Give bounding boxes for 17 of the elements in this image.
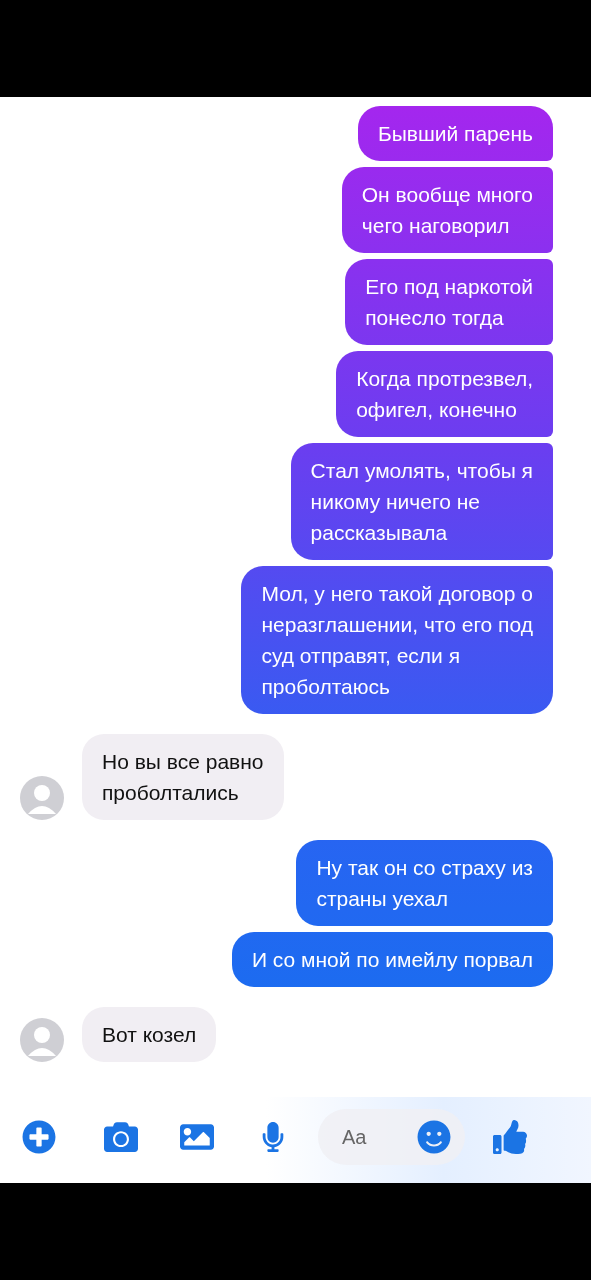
message-bubble: Вот козел: [82, 1007, 217, 1062]
message-bubble: Стал умолять, чтобы я никому ничего не рассказывала: [290, 443, 553, 560]
message-bubble: Мол, у него такой договор о неразглашении, что его под суд отправят, если я проболтаюсь: [241, 566, 553, 714]
message-bubble: Когда протрезвел, офигел, конечно: [336, 351, 553, 437]
avatar-icon: [20, 1018, 64, 1062]
message-bubble: Ну так он со страху из страны уехал: [296, 840, 553, 926]
message-bubble: Он вообще много чего наговорил: [341, 167, 553, 253]
camera-icon[interactable]: [104, 1120, 138, 1154]
message-bubble: И со мной по имейлу порвал: [231, 932, 553, 987]
add-icon[interactable]: [22, 1120, 56, 1154]
thumbs-up-icon[interactable]: [493, 1120, 527, 1154]
avatar-icon: [20, 776, 64, 820]
emoji-icon[interactable]: [417, 1120, 451, 1154]
message-bubble: Бывший парень: [357, 106, 553, 161]
message-bubble: Но вы все равно проболтались: [82, 734, 284, 820]
message-field[interactable]: Aa: [318, 1109, 465, 1165]
message-bubble: Его под наркотой понесло тогда: [345, 259, 553, 345]
